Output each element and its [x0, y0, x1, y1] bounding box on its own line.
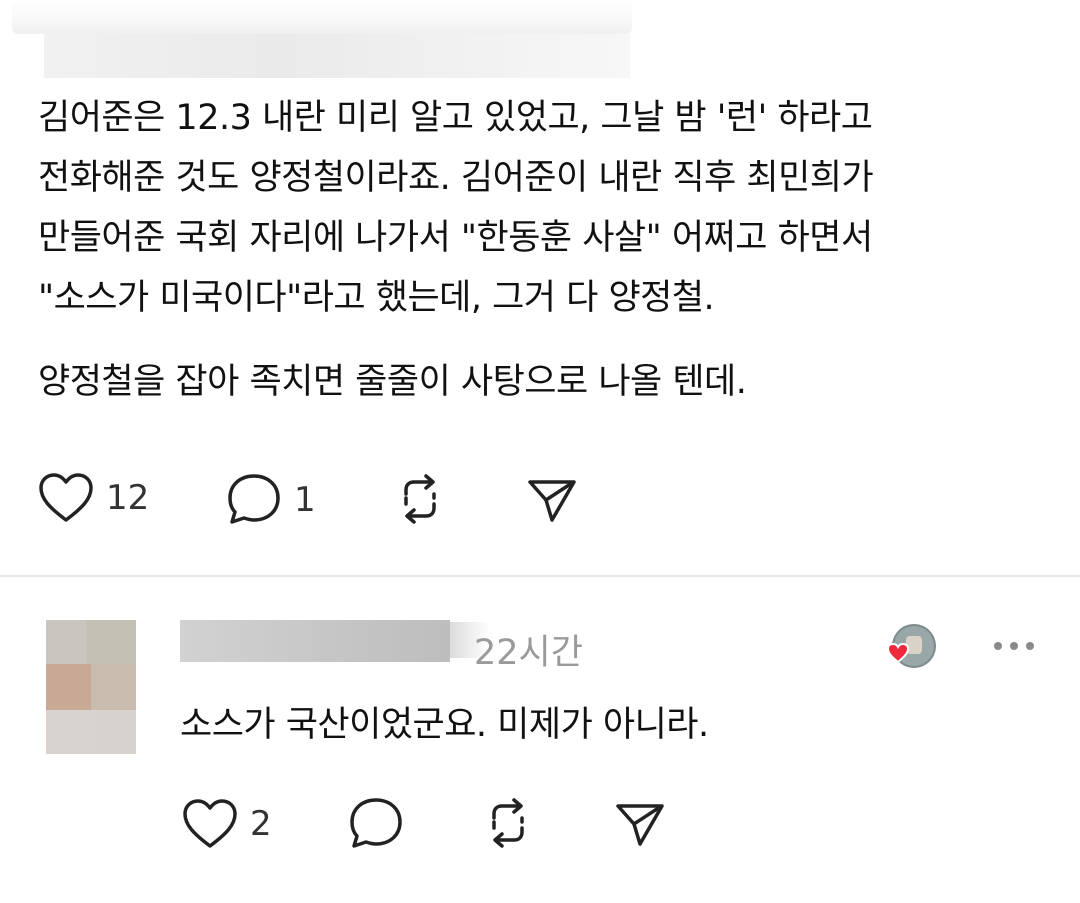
repost-icon	[404, 474, 436, 524]
dot-icon	[1026, 642, 1034, 650]
reply-like-button[interactable]: 2	[182, 798, 272, 850]
more-options-button[interactable]	[994, 632, 1034, 660]
reply-text: 소스가 국산이었군요. 미제가 아니라.	[180, 705, 709, 745]
comment-icon	[228, 474, 280, 524]
post-line: 양정철을 잡아 족치면 줄줄이 사탕으로 나올 텐데.	[38, 362, 747, 402]
post-text: 김어준은 12.3 내란 미리 알고 있었고, 그날 밤 '런' 하라고 전화해…	[38, 88, 1048, 328]
post-author-name-blurred[interactable]	[44, 34, 630, 78]
repost-icon	[492, 798, 524, 848]
author-avatar-with-heart-icon	[886, 624, 936, 668]
like-count: 12	[106, 478, 150, 518]
reply-repost-button[interactable]	[480, 796, 536, 852]
reply-timestamp: 22시간	[474, 633, 583, 673]
reply-count: 1	[294, 480, 316, 520]
divider	[0, 575, 1080, 577]
dot-icon	[1010, 642, 1018, 650]
send-icon	[528, 480, 576, 522]
post-body: 김어준은 12.3 내란 미리 알고 있었고, 그날 밤 '런' 하라고 전화해…	[38, 88, 1048, 412]
comment-icon	[350, 798, 402, 848]
post-text: 양정철을 잡아 족치면 줄줄이 사탕으로 나올 텐데.	[38, 352, 1048, 412]
reply-share-button[interactable]	[614, 798, 666, 850]
reply-reply-button[interactable]	[348, 796, 404, 852]
post-line: 전화해준 것도 양정철이라죠. 김어준이 내란 직후 최민희가	[38, 158, 874, 198]
reply-like-count: 2	[250, 804, 272, 844]
reply-avatar-blurred[interactable]	[46, 620, 136, 754]
author-liked-badge	[870, 622, 940, 672]
reply-author-name-blurred[interactable]	[180, 620, 450, 662]
post-line: 만들어준 국회 자리에 나가서 "한동훈 사살" 어쩌고 하면서	[38, 218, 873, 258]
reply-button[interactable]: 1	[226, 472, 316, 528]
heart-icon	[183, 799, 237, 848]
repost-button[interactable]	[392, 472, 448, 528]
heart-icon	[39, 473, 93, 522]
post-line: "소스가 미국이다"라고 했는데, 그거 다 양정철.	[38, 278, 715, 318]
like-button[interactable]: 12	[38, 472, 149, 524]
dot-icon	[994, 642, 1002, 650]
blurred-header-smudge	[12, 0, 632, 34]
send-icon	[616, 804, 664, 846]
share-button[interactable]	[526, 474, 578, 526]
post-line: 김어준은 12.3 내란 미리 알고 있었고, 그날 밤 '런' 하라고	[38, 98, 873, 138]
